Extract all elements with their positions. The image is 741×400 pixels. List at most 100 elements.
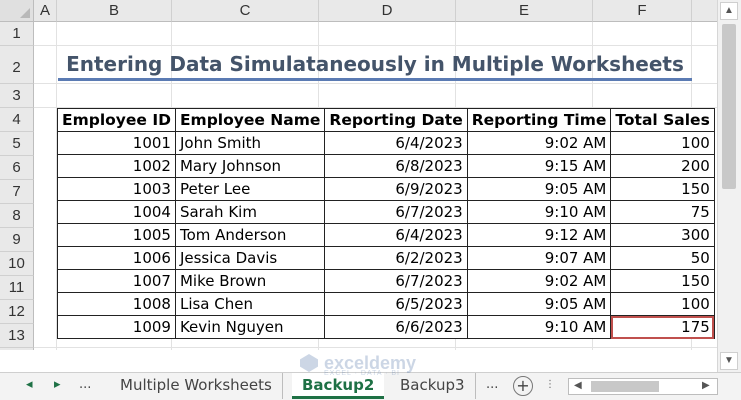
header-total-sales[interactable]: Total Sales	[610, 108, 715, 132]
row-header-10[interactable]: 10	[0, 252, 34, 276]
cell-total-sales[interactable]: 75	[610, 200, 715, 224]
cell-total-sales[interactable]: 200	[610, 154, 715, 178]
cell-reporting-date[interactable]: 6/6/2023	[324, 315, 468, 339]
column-header-f[interactable]: F	[593, 0, 692, 22]
selected-cell-total-sales[interactable]: 175	[610, 315, 715, 339]
cell-employee-name[interactable]: John Smith	[174, 131, 326, 155]
cell-employee-id[interactable]: 1006	[57, 246, 176, 270]
row-header-2[interactable]: 2	[0, 46, 34, 84]
scroll-left-icon[interactable]: ◀	[574, 380, 582, 391]
scroll-right-icon[interactable]: ▶	[702, 380, 710, 391]
header-employee-id[interactable]: Employee ID	[57, 108, 176, 132]
cell-employee-name[interactable]: Mike Brown	[174, 269, 326, 293]
cell-employee-id[interactable]: 1001	[57, 131, 176, 155]
cell-reporting-time[interactable]: 9:10 AM	[466, 200, 612, 224]
cell-employee-id[interactable]: 1002	[57, 154, 176, 178]
cell-employee-id[interactable]: 1009	[57, 315, 176, 339]
table-row: 1001 John Smith 6/4/2023 9:02 AM 100	[57, 131, 715, 155]
select-all-corner[interactable]	[0, 0, 34, 22]
watermark-sub: EXCEL · DATA · BI	[324, 370, 400, 377]
cell-reporting-time[interactable]: 9:05 AM	[466, 177, 612, 201]
cell-reporting-date[interactable]: 6/8/2023	[324, 154, 468, 178]
row-header-5[interactable]: 5	[0, 132, 34, 156]
tab-split-handle-icon[interactable]: ⋮	[545, 379, 555, 390]
cell-employee-name[interactable]: Sarah Kim	[174, 200, 326, 224]
column-header-e[interactable]: E	[456, 0, 593, 22]
cell-reporting-date[interactable]: 6/7/2023	[324, 269, 468, 293]
cell-employee-id[interactable]: 1004	[57, 200, 176, 224]
sheet-tab-backup3[interactable]: Backup3	[390, 373, 476, 399]
cell-total-sales[interactable]: 150	[610, 177, 715, 201]
more-sheets-left[interactable]: ...	[79, 377, 91, 392]
gridline	[34, 347, 717, 348]
more-sheets-right[interactable]: ...	[486, 377, 498, 392]
row-header-11[interactable]: 11	[0, 276, 34, 300]
cell-total-sales[interactable]: 100	[610, 131, 715, 155]
cell-total-sales[interactable]: 100	[610, 292, 715, 316]
cell-employee-name[interactable]: Peter Lee	[174, 177, 326, 201]
table-row: 1006 Jessica Davis 6/2/2023 9:07 AM 50	[57, 246, 715, 270]
next-sheet-icon[interactable]: ▸	[54, 377, 61, 392]
cell-reporting-time[interactable]: 9:07 AM	[466, 246, 612, 270]
row-header-4[interactable]: 4	[0, 108, 34, 132]
cell-total-sales[interactable]: 50	[610, 246, 715, 270]
cell-employee-id[interactable]: 1007	[57, 269, 176, 293]
cell-reporting-time[interactable]: 9:02 AM	[466, 269, 612, 293]
column-header-c[interactable]: C	[172, 0, 319, 22]
sheet-tab-multiple-worksheets[interactable]: Multiple Worksheets	[110, 373, 283, 399]
vertical-scroll-thumb[interactable]	[722, 24, 736, 189]
row-header-1[interactable]: 1	[0, 22, 34, 46]
cell-reporting-time[interactable]: 9:02 AM	[466, 131, 612, 155]
cell-reporting-time[interactable]: 9:05 AM	[466, 292, 612, 316]
cell-reporting-date[interactable]: 6/7/2023	[324, 200, 468, 224]
row-header-6[interactable]: 6	[0, 156, 34, 180]
cell-employee-name[interactable]: Lisa Chen	[174, 292, 326, 316]
cell-reporting-date[interactable]: 6/2/2023	[324, 246, 468, 270]
add-sheet-icon[interactable]: +	[513, 376, 533, 396]
row-header-14[interactable]	[0, 348, 34, 350]
cell-reporting-time[interactable]: 9:10 AM	[466, 315, 612, 339]
row-header-8[interactable]: 8	[0, 204, 34, 228]
cell-reporting-date[interactable]: 6/4/2023	[324, 223, 468, 247]
cell-employee-name[interactable]: Mary Johnson	[174, 154, 326, 178]
scroll-up-icon[interactable]: ▲	[720, 2, 738, 20]
header-employee-name[interactable]: Employee Name	[174, 108, 326, 132]
cell-total-sales[interactable]: 150	[610, 269, 715, 293]
cell-reporting-date[interactable]: 6/4/2023	[324, 131, 468, 155]
header-reporting-date[interactable]: Reporting Date	[324, 108, 468, 132]
cell-reporting-time[interactable]: 9:12 AM	[466, 223, 612, 247]
cell-employee-id[interactable]: 1003	[57, 177, 176, 201]
watermark: exceldemy EXCEL · DATA · BI	[300, 352, 470, 377]
worksheet-grid[interactable]: A B C D E F 1 2 3 4 5 6 7 8 9 10 11 12 1…	[0, 0, 717, 350]
column-header-a[interactable]: A	[34, 0, 57, 22]
table-row: 1003 Peter Lee 6/9/2023 9:05 AM 150	[57, 177, 715, 201]
cell-employee-name[interactable]: Kevin Nguyen	[174, 315, 326, 339]
previous-sheet-icon[interactable]: ◂	[26, 377, 33, 392]
column-header-b[interactable]: B	[57, 0, 172, 22]
row-header-13[interactable]: 13	[0, 324, 34, 348]
column-header-g[interactable]	[692, 0, 717, 22]
vertical-scrollbar[interactable]: ▲ ▼	[717, 0, 741, 372]
cell-employee-name[interactable]: Jessica Davis	[174, 246, 326, 270]
header-reporting-time[interactable]: Reporting Time	[466, 108, 612, 132]
employee-table: Employee ID Employee Name Reporting Date…	[57, 108, 715, 339]
cell-reporting-time[interactable]: 9:15 AM	[466, 154, 612, 178]
table-header-row: Employee ID Employee Name Reporting Date…	[57, 108, 715, 132]
cell-reporting-date[interactable]: 6/9/2023	[324, 177, 468, 201]
column-header-d[interactable]: D	[319, 0, 456, 22]
table-row: 1005 Tom Anderson 6/4/2023 9:12 AM 300	[57, 223, 715, 247]
row-header-3[interactable]: 3	[0, 84, 34, 108]
gridline	[34, 45, 717, 46]
row-header-9[interactable]: 9	[0, 228, 34, 252]
horizontal-scroll-thumb[interactable]	[591, 381, 659, 392]
cell-employee-id[interactable]: 1005	[57, 223, 176, 247]
scroll-down-icon[interactable]: ▼	[720, 352, 738, 370]
row-header-12[interactable]: 12	[0, 300, 34, 324]
cell-employee-id[interactable]: 1008	[57, 292, 176, 316]
cell-reporting-date[interactable]: 6/5/2023	[324, 292, 468, 316]
horizontal-scrollbar[interactable]: ◀ ▶	[568, 378, 718, 395]
cell-total-sales[interactable]: 300	[610, 223, 715, 247]
sheet-title: Entering Data Simulataneously in Multipl…	[58, 47, 692, 81]
row-header-7[interactable]: 7	[0, 180, 34, 204]
cell-employee-name[interactable]: Tom Anderson	[174, 223, 326, 247]
